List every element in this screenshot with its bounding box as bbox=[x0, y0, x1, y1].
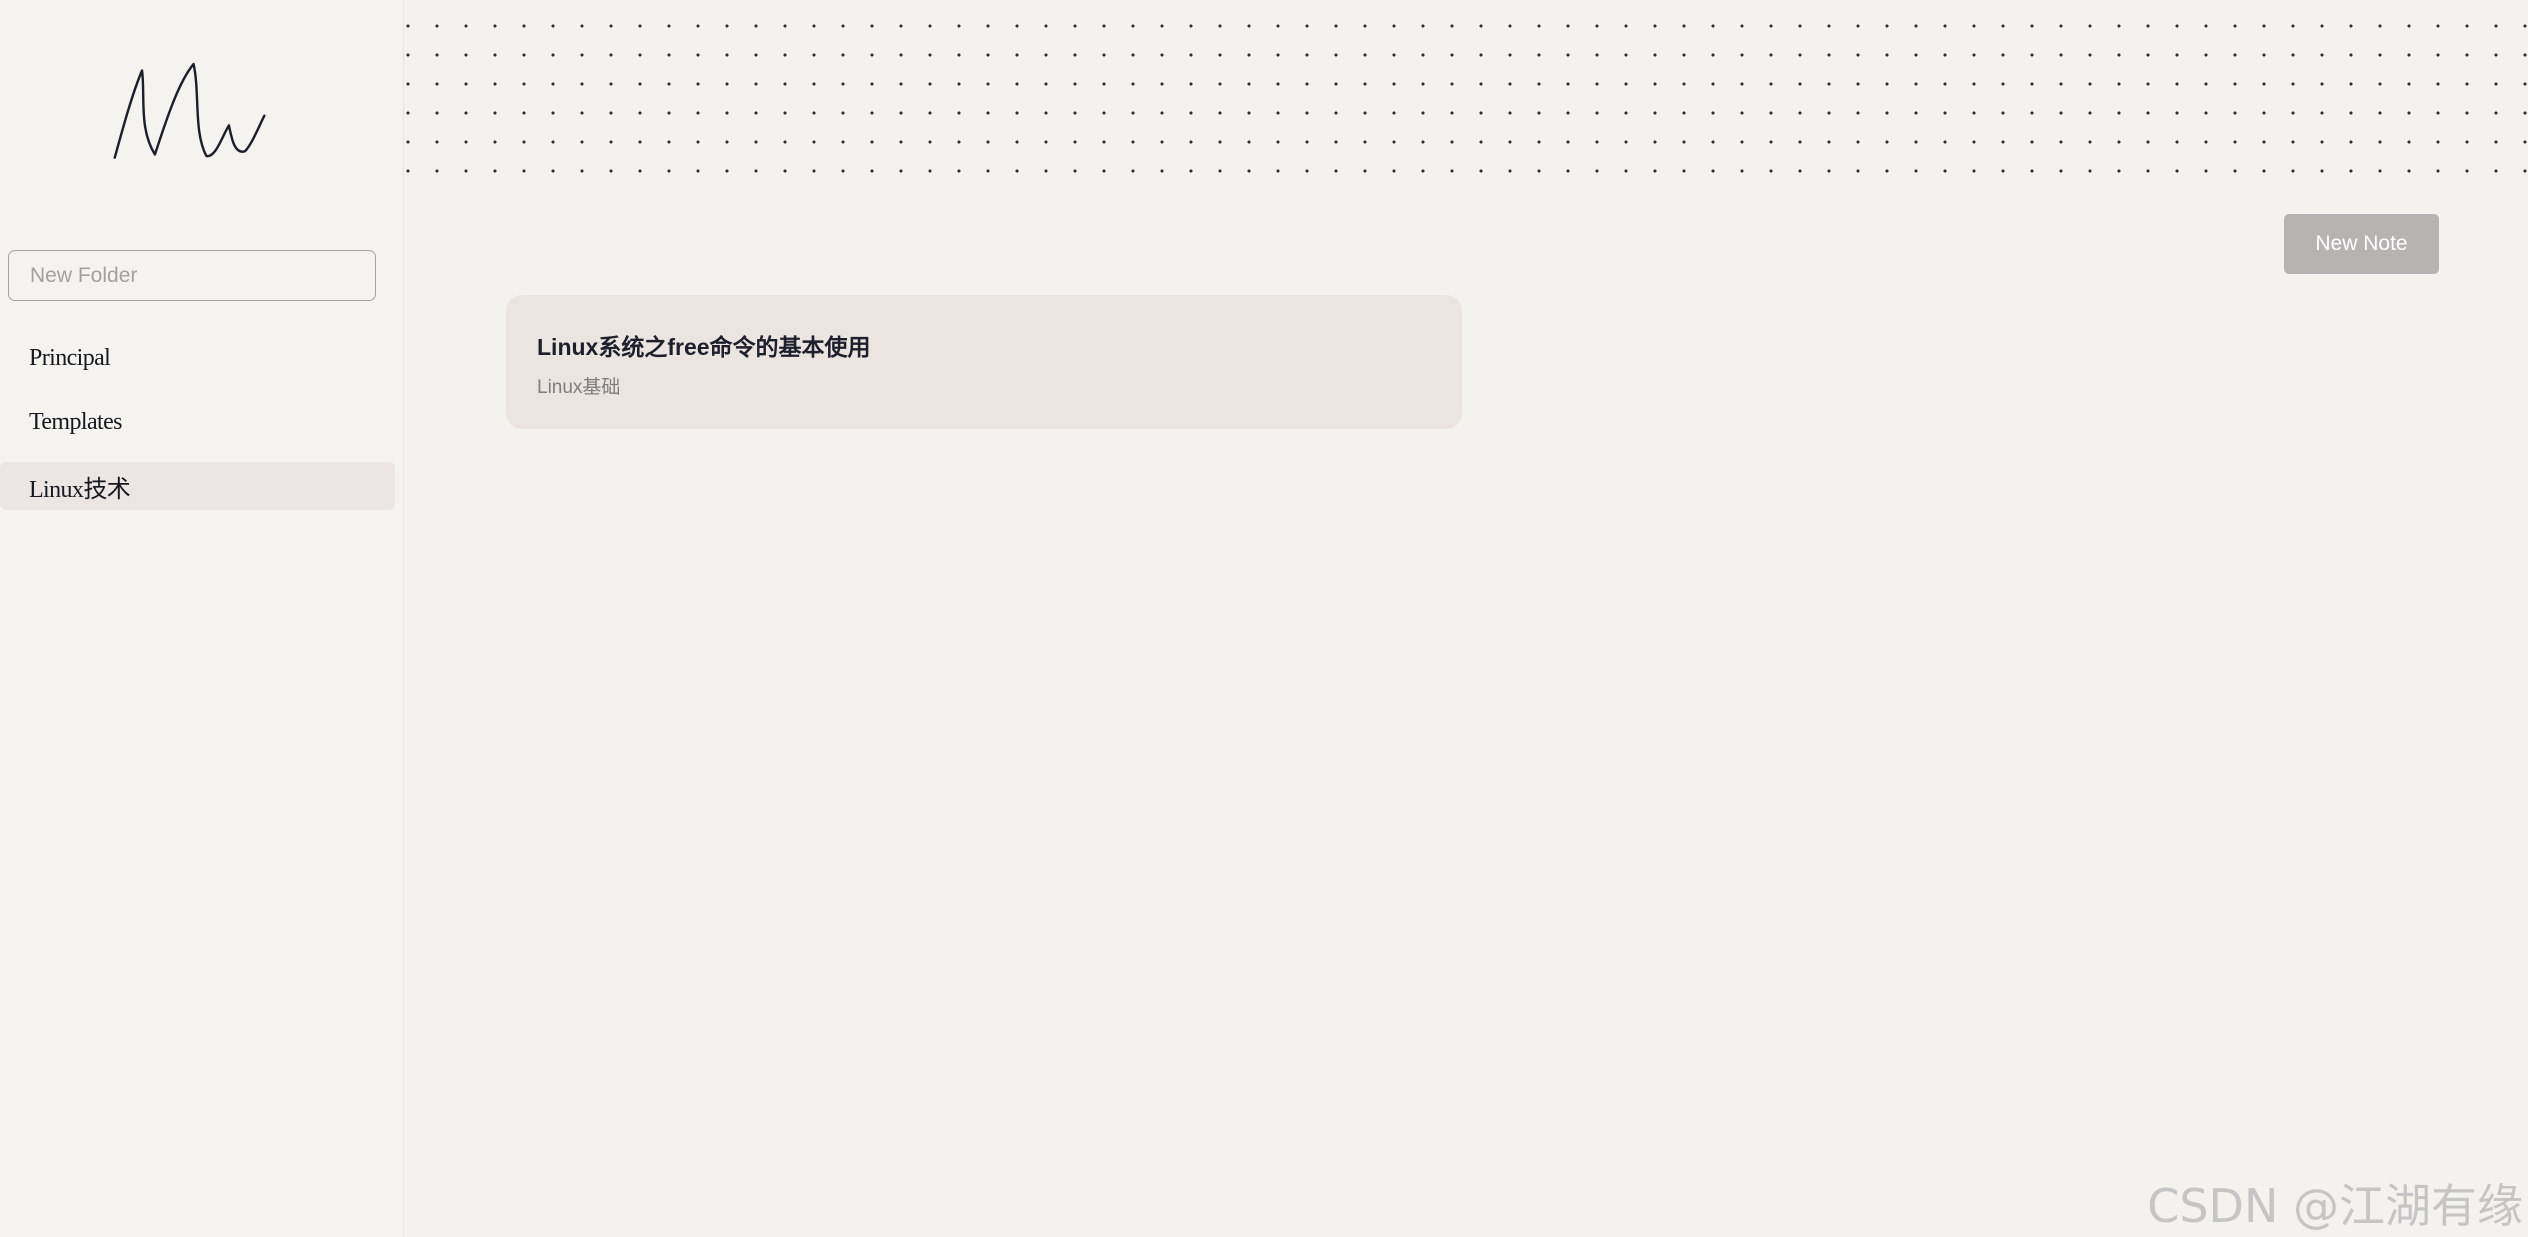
sidebar: Principal Templates Linux技术 bbox=[0, 0, 404, 1237]
note-folder-label: Linux基础 bbox=[537, 377, 621, 398]
folder-item-label: Principal bbox=[29, 344, 111, 371]
folder-item-templates[interactable]: Templates bbox=[0, 398, 395, 446]
folder-item-linux[interactable]: Linux技术 bbox=[0, 462, 395, 510]
folder-item-label: Templates bbox=[29, 408, 122, 435]
watermark: CSDN @江湖有缘 bbox=[2147, 1179, 2523, 1233]
folder-list: Principal Templates Linux技术 bbox=[0, 334, 395, 526]
signature-logo bbox=[113, 62, 266, 159]
folder-item-principal[interactable]: Principal bbox=[0, 334, 395, 382]
new-folder-input[interactable] bbox=[8, 250, 376, 301]
dotted-header-pattern bbox=[406, 0, 2528, 176]
folder-item-label: Linux技术 bbox=[29, 476, 131, 503]
new-note-button[interactable]: New Note bbox=[2284, 214, 2439, 274]
note-card[interactable]: Linux系统之free命令的基本使用 Linux基础 bbox=[506, 295, 1462, 429]
note-title: Linux系统之free命令的基本使用 bbox=[537, 334, 871, 360]
